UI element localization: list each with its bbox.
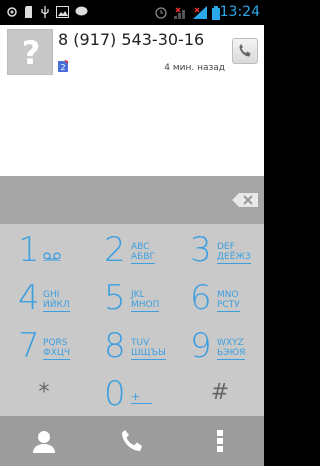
key-letters-latin: TUV — [131, 338, 150, 348]
key-plus: + — [131, 391, 153, 404]
status-time: 13:24 — [219, 4, 260, 20]
key-letters-latin: DEF — [217, 242, 235, 252]
voicemail-icon — [43, 252, 61, 261]
sim-card-icon: 2 — [58, 60, 69, 72]
signal-icon — [174, 7, 185, 19]
image-icon — [56, 6, 69, 18]
key-9[interactable]: 9 WXYZ ЬЭЮЯ — [176, 324, 264, 368]
key-letters-latin: ABC — [131, 242, 150, 252]
key-digit: 9 — [190, 326, 212, 366]
call-back-button[interactable] — [232, 38, 258, 64]
key-digit: 3 — [190, 230, 212, 270]
key-digit: 7 — [18, 326, 40, 366]
status-bar: 13:24 — [0, 0, 264, 25]
contacts-button[interactable] — [0, 416, 88, 466]
call-log-list: ? 8 (917) 543-30-16 2 4 мин. назад — [0, 25, 264, 176]
key-letters-cyrillic: МНОП — [131, 300, 160, 312]
key-digit: * — [38, 380, 50, 405]
phone-icon — [122, 430, 142, 451]
key-letters-cyrillic: РСТУ — [217, 300, 240, 312]
key-letters-cyrillic: ЬЭЮЯ — [217, 348, 246, 360]
key-4[interactable]: 4 GHI ИЙКЛ — [0, 276, 88, 320]
dial-call-button[interactable] — [88, 416, 176, 466]
backspace-icon[interactable] — [232, 193, 258, 207]
chat-icon — [75, 6, 88, 16]
key-7[interactable]: 7 PQRS ФХЦЧ — [0, 324, 88, 368]
key-digit: 5 — [104, 278, 126, 318]
key-star[interactable]: * — [0, 372, 88, 416]
key-letters-latin: JKL — [131, 290, 145, 300]
key-5[interactable]: 5 JKL МНОП — [88, 276, 176, 320]
key-3[interactable]: 3 DEF ДЕЁЖЗ — [176, 228, 264, 272]
dial-keypad: 1 2 ABC АБВГ 3 DEF ДЕЁЖЗ 4 GHI ИЙКЛ 5 JK… — [0, 224, 264, 416]
key-letters-latin: MNO — [217, 290, 239, 300]
alarm-icon — [155, 7, 167, 19]
key-digit: 2 — [104, 230, 126, 270]
key-6[interactable]: 6 MNO РСТУ — [176, 276, 264, 320]
key-letters-latin: WXYZ — [217, 338, 244, 348]
key-letters-cyrillic: АБВГ — [131, 252, 155, 264]
sim-badge: 2 — [60, 63, 65, 72]
call-time-ago: 4 мин. назад — [164, 63, 225, 73]
dial-digits-field[interactable] — [0, 176, 264, 224]
avatar-placeholder: ? — [21, 34, 41, 72]
avatar[interactable]: ? — [7, 29, 53, 75]
key-letters-latin: PQRS — [43, 338, 68, 348]
usb-icon — [41, 6, 49, 18]
key-hash[interactable]: # — [176, 372, 264, 416]
caller-number: 8 (917) 543-30-16 — [58, 30, 205, 49]
key-0[interactable]: 0 + — [88, 372, 176, 416]
sd-card-icon — [25, 6, 32, 18]
key-8[interactable]: 8 TUV ШЩЪЫ — [88, 324, 176, 368]
key-digit: # — [210, 380, 230, 405]
key-2[interactable]: 2 ABC АБВГ — [88, 228, 176, 272]
person-icon — [33, 431, 55, 453]
key-digit: 8 — [104, 326, 126, 366]
key-1[interactable]: 1 — [0, 228, 88, 272]
dialer-action-bar — [0, 416, 264, 466]
key-letters-cyrillic: ДЕЁЖЗ — [217, 252, 251, 264]
signal-icon — [193, 6, 207, 19]
key-letters-cyrillic: ШЩЪЫ — [131, 348, 166, 360]
menu-button[interactable] — [176, 416, 264, 466]
key-digit: 1 — [18, 230, 40, 270]
overflow-menu-icon — [217, 430, 223, 452]
key-digit: 0 — [104, 374, 126, 414]
key-letters-latin: GHI — [43, 290, 60, 300]
key-digit: 6 — [190, 278, 212, 318]
call-log-entry[interactable]: ? 8 (917) 543-30-16 2 4 мин. назад — [0, 25, 264, 80]
key-letters-cyrillic: ИЙКЛ — [43, 300, 70, 312]
phone-icon — [239, 44, 251, 57]
key-letters-cyrillic: ФХЦЧ — [43, 348, 71, 360]
location-icon — [7, 7, 17, 17]
key-digit: 4 — [18, 278, 40, 318]
